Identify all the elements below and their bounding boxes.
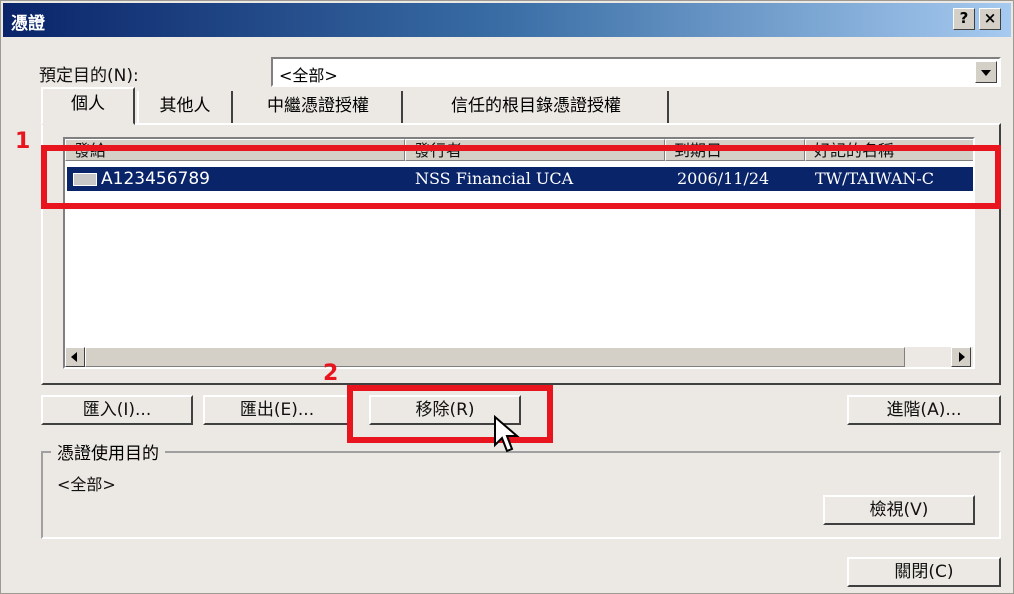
tab-personal[interactable]: 個人: [41, 87, 135, 125]
export-button[interactable]: 匯出(E)...: [203, 395, 351, 425]
title-bar[interactable]: 憑證 ? ×: [3, 3, 1011, 37]
chevron-left-icon: [71, 352, 77, 362]
step-number-2: 2: [323, 361, 339, 386]
certificates-dialog: 憑證 ? × 預定目的(N): <全部> 個人 其他人 中繼憑證授權 信任的根目…: [0, 0, 1014, 594]
purpose-dropdown[interactable]: <全部>: [271, 57, 1001, 87]
scroll-right-button[interactable]: [951, 347, 971, 367]
close-window-button[interactable]: ×: [979, 8, 1001, 30]
usage-label: 憑證使用目的: [51, 439, 165, 464]
close-button[interactable]: 關閉(C): [847, 557, 1001, 587]
horizontal-scrollbar[interactable]: [65, 347, 973, 367]
view-button[interactable]: 檢視(V): [823, 495, 975, 525]
chevron-right-icon: [959, 352, 965, 362]
advanced-button[interactable]: 進階(A)...: [847, 395, 1001, 425]
tab-intermediate-ca[interactable]: 中繼憑證授權: [235, 91, 403, 125]
help-button[interactable]: ?: [953, 8, 975, 30]
usage-value: <全部>: [57, 475, 116, 494]
chevron-down-icon[interactable]: [975, 61, 997, 83]
tab-trusted-root-ca[interactable]: 信任的根目錄憑證授權: [405, 91, 669, 125]
mouse-cursor-icon: [494, 415, 520, 453]
highlight-box-step1: [41, 145, 1001, 209]
purpose-label: 預定目的(N):: [39, 66, 139, 86]
scroll-thumb[interactable]: [85, 347, 905, 367]
purpose-value: <全部>: [279, 66, 338, 85]
scroll-left-button[interactable]: [65, 347, 85, 367]
import-button[interactable]: 匯入(I)...: [41, 395, 193, 425]
step-number-1: 1: [15, 129, 31, 154]
tab-others[interactable]: 其他人: [137, 91, 233, 125]
window-title: 憑證: [11, 14, 45, 34]
